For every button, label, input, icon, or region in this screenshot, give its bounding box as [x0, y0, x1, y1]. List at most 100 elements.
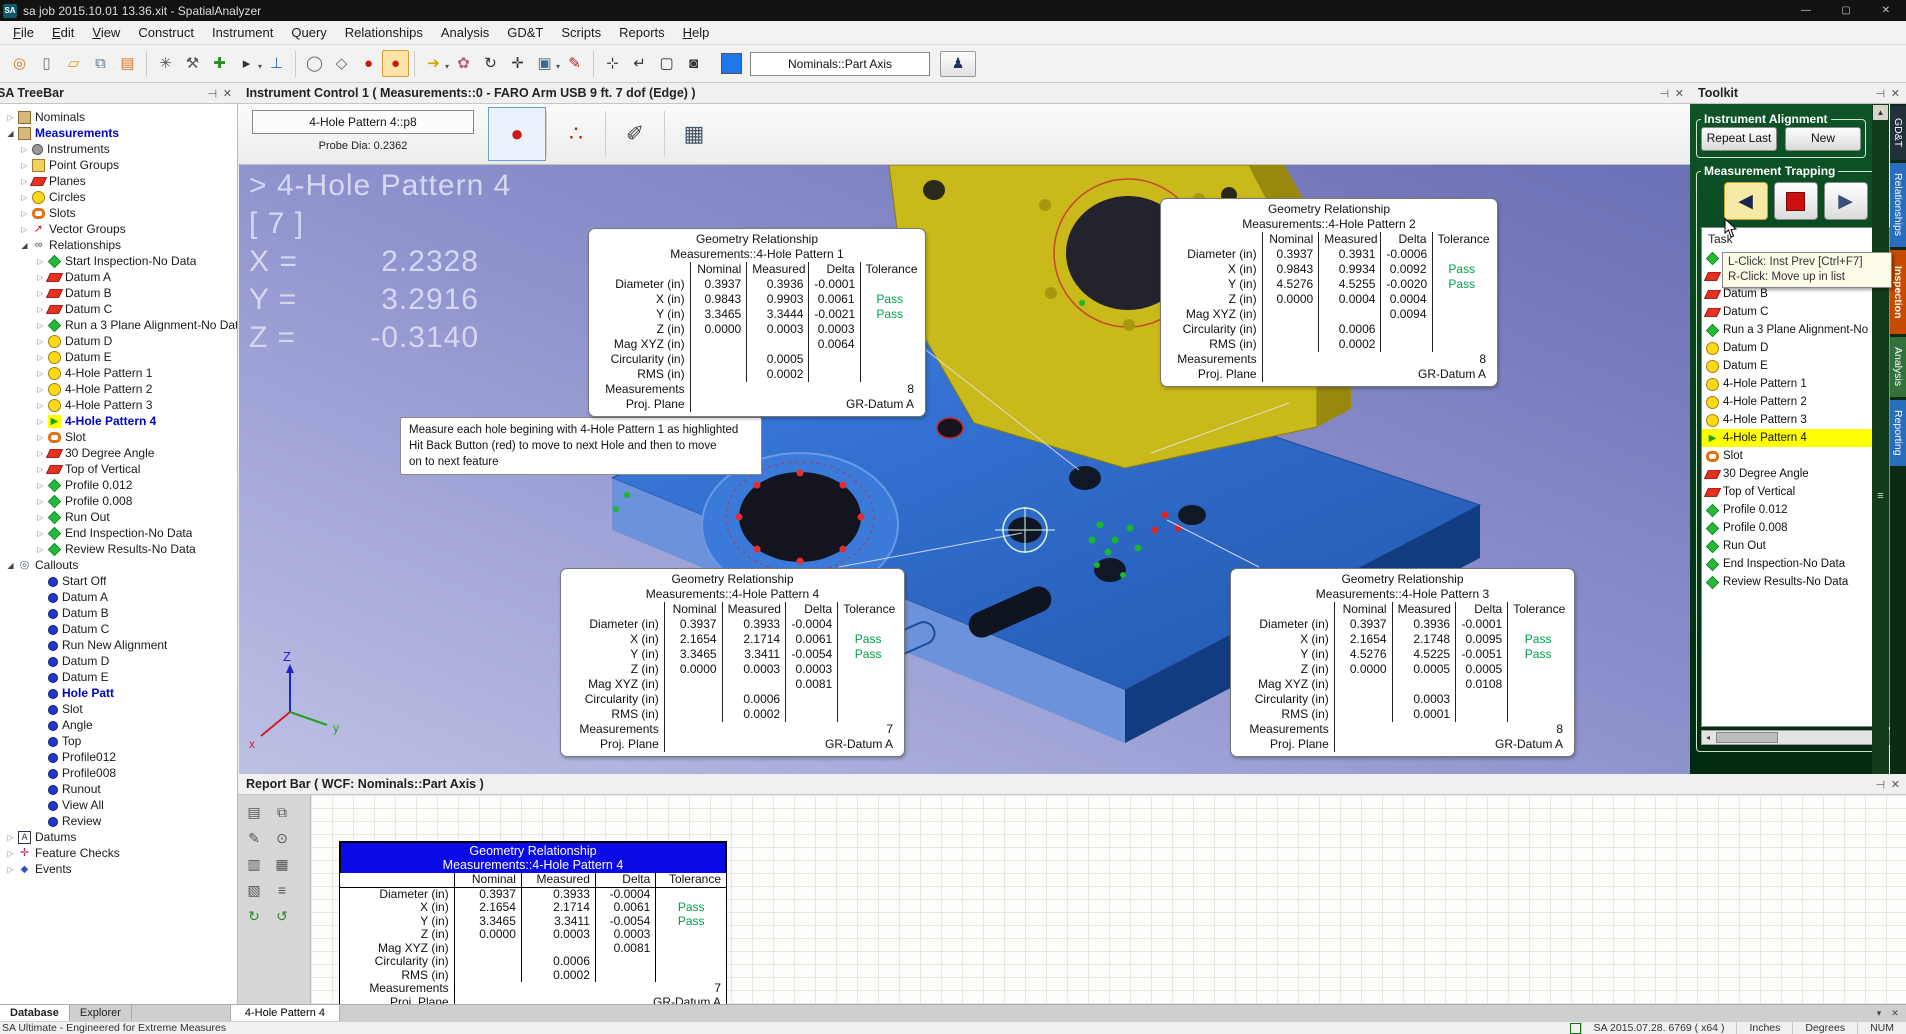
- tree-item[interactable]: ▷Vector Groups: [0, 221, 237, 237]
- tree-item[interactable]: Datum B: [0, 605, 237, 621]
- close-icon[interactable]: ✕: [1675, 87, 1684, 100]
- task-item[interactable]: Datum E: [1702, 357, 1889, 375]
- panel-tab-explorer[interactable]: Explorer: [70, 1005, 132, 1021]
- task-horizontal-scrollbar[interactable]: ◂ ▸: [1701, 730, 1890, 745]
- tree-item[interactable]: ◢Measurements: [0, 125, 237, 141]
- sphere-wireframe-icon[interactable]: ◯: [301, 50, 328, 77]
- scroll-up-icon[interactable]: ▲: [1873, 105, 1888, 120]
- probe-target-field[interactable]: 4-Hole Pattern 4::p8: [252, 110, 474, 134]
- tree-item[interactable]: ◢Relationships: [0, 237, 237, 253]
- erase-button[interactable]: ✐: [606, 107, 664, 161]
- menu-item-construct[interactable]: Construct: [129, 21, 203, 44]
- tree-item[interactable]: ▷Planes: [0, 173, 237, 189]
- tree-item[interactable]: Run New Alignment: [0, 637, 237, 653]
- task-item[interactable]: Review Results-No Data: [1702, 573, 1889, 591]
- collapse-arrow-icon[interactable]: ◢: [4, 129, 17, 138]
- enter-key-icon[interactable]: ↵: [626, 50, 653, 77]
- run-script-icon[interactable]: ▸: [233, 50, 260, 77]
- tree-item[interactable]: Profile008: [0, 765, 237, 781]
- stream-points-button[interactable]: ∴: [547, 107, 605, 161]
- expand-arrow-icon[interactable]: ▷: [34, 257, 47, 266]
- task-item[interactable]: 4-Hole Pattern 3: [1702, 411, 1889, 429]
- expand-arrow-icon[interactable]: ▷: [18, 225, 31, 234]
- expand-arrow-icon[interactable]: ▷: [34, 449, 47, 458]
- expand-arrow-icon[interactable]: ▷: [34, 321, 47, 330]
- expand-arrow-icon[interactable]: ▷: [4, 833, 17, 842]
- copy-icon[interactable]: ⧉: [270, 801, 294, 823]
- jump-arrow-icon[interactable]: ➔: [420, 50, 447, 77]
- tree-item[interactable]: Profile012: [0, 749, 237, 765]
- expand-arrow-icon[interactable]: ▷: [34, 481, 47, 490]
- toolkit-tab-inspection[interactable]: Inspection: [1890, 250, 1906, 334]
- expand-arrow-icon[interactable]: ▷: [34, 353, 47, 362]
- task-item[interactable]: Run Out: [1702, 537, 1889, 555]
- new-alignment-button[interactable]: New: [1785, 127, 1861, 151]
- new-file-icon[interactable]: ▯: [33, 50, 60, 77]
- tree-item[interactable]: Datum A: [0, 589, 237, 605]
- menu-item-edit[interactable]: Edit: [43, 21, 83, 44]
- pin-icon[interactable]: ⊤: [205, 88, 218, 98]
- task-item[interactable]: 4-Hole Pattern 4: [1702, 429, 1889, 447]
- pin-icon[interactable]: ⊤: [1657, 88, 1670, 98]
- task-item[interactable]: Top of Vertical: [1702, 483, 1889, 501]
- menu-item-query[interactable]: Query: [282, 21, 335, 44]
- camera-icon[interactable]: ◙: [680, 50, 707, 77]
- trap-stop-button[interactable]: [1774, 182, 1818, 220]
- save-icon[interactable]: ▤: [114, 50, 141, 77]
- scroll-left-icon[interactable]: ◂: [1702, 733, 1714, 742]
- expand-arrow-icon[interactable]: ▷: [18, 161, 31, 170]
- wrench-icon[interactable]: ⚒: [179, 50, 206, 77]
- tree-item[interactable]: Start Off: [0, 573, 237, 589]
- close-icon[interactable]: ✕: [1891, 778, 1900, 791]
- menu-item-gd&t[interactable]: GD&T: [498, 21, 552, 44]
- tree-item[interactable]: ▷Datum E: [0, 349, 237, 365]
- tree-item[interactable]: ▷Datum A: [0, 269, 237, 285]
- tree-item[interactable]: ▷Datum B: [0, 285, 237, 301]
- tree-item[interactable]: ▷4-Hole Pattern 2: [0, 381, 237, 397]
- expand-arrow-icon[interactable]: ▷: [34, 305, 47, 314]
- network-tree-icon[interactable]: ⊥: [263, 50, 290, 77]
- expand-arrow-icon[interactable]: ▷: [4, 849, 17, 858]
- tree-item[interactable]: Datum C: [0, 621, 237, 637]
- expand-arrow-icon[interactable]: ▷: [34, 369, 47, 378]
- task-item[interactable]: End Inspection-No Data: [1702, 555, 1889, 573]
- menu-item-instrument[interactable]: Instrument: [203, 21, 282, 44]
- report-sheet-tab[interactable]: 4-Hole Pattern 4: [230, 1005, 340, 1021]
- tree-item[interactable]: ▷Point Groups: [0, 157, 237, 173]
- tree-item[interactable]: Review: [0, 813, 237, 829]
- tree-item[interactable]: ▷Datums: [0, 829, 237, 845]
- menu-item-relationships[interactable]: Relationships: [336, 21, 432, 44]
- toolkit-tab-gd&t[interactable]: GD&T: [1890, 106, 1906, 160]
- menu-item-view[interactable]: View: [83, 21, 129, 44]
- tree-item[interactable]: ▷Top of Vertical: [0, 461, 237, 477]
- menu-item-reports[interactable]: Reports: [610, 21, 674, 44]
- display-options-icon[interactable]: ▣: [531, 50, 558, 77]
- import-file-icon[interactable]: ⧉: [87, 50, 114, 77]
- sphere-solid-active-icon[interactable]: ●: [382, 50, 409, 77]
- tree-item[interactable]: Hole Patt: [0, 685, 237, 701]
- expand-arrow-icon[interactable]: ▷: [4, 865, 17, 874]
- task-item[interactable]: Run a 3 Plane Alignment-No Dat: [1702, 321, 1889, 339]
- settings-gear-icon[interactable]: ✳: [152, 50, 179, 77]
- tree-item[interactable]: ▷Datum D: [0, 333, 237, 349]
- expand-arrow-icon[interactable]: ▷: [34, 433, 47, 442]
- tree-item[interactable]: ▷Start Inspection-No Data: [0, 253, 237, 269]
- tree-item[interactable]: ▷30 Degree Angle: [0, 445, 237, 461]
- tree-item[interactable]: Datum D: [0, 653, 237, 669]
- expand-arrow-icon[interactable]: ▷: [34, 545, 47, 554]
- expand-arrow-icon[interactable]: ▷: [34, 465, 47, 474]
- trap-next-button[interactable]: ▶: [1824, 182, 1868, 220]
- expand-arrow-icon[interactable]: ▷: [34, 385, 47, 394]
- tree-item[interactable]: ▷Feature Checks: [0, 845, 237, 861]
- pin-icon[interactable]: ⊤: [1873, 88, 1886, 98]
- tree-item[interactable]: ▷Slots: [0, 205, 237, 221]
- chevron-down-icon[interactable]: ▾: [445, 62, 449, 71]
- expand-arrow-icon[interactable]: ▷: [18, 145, 31, 154]
- pan-view-icon[interactable]: ✛: [504, 50, 531, 77]
- expand-arrow-icon[interactable]: ▷: [34, 401, 47, 410]
- active-frame-combo[interactable]: Nominals::Part Axis: [750, 52, 930, 76]
- chevron-down-icon[interactable]: ▾: [258, 62, 262, 71]
- life-ring-icon[interactable]: ◎: [6, 50, 33, 77]
- selection-box-icon[interactable]: ▢: [653, 50, 680, 77]
- expand-arrow-icon[interactable]: ▷: [34, 273, 47, 282]
